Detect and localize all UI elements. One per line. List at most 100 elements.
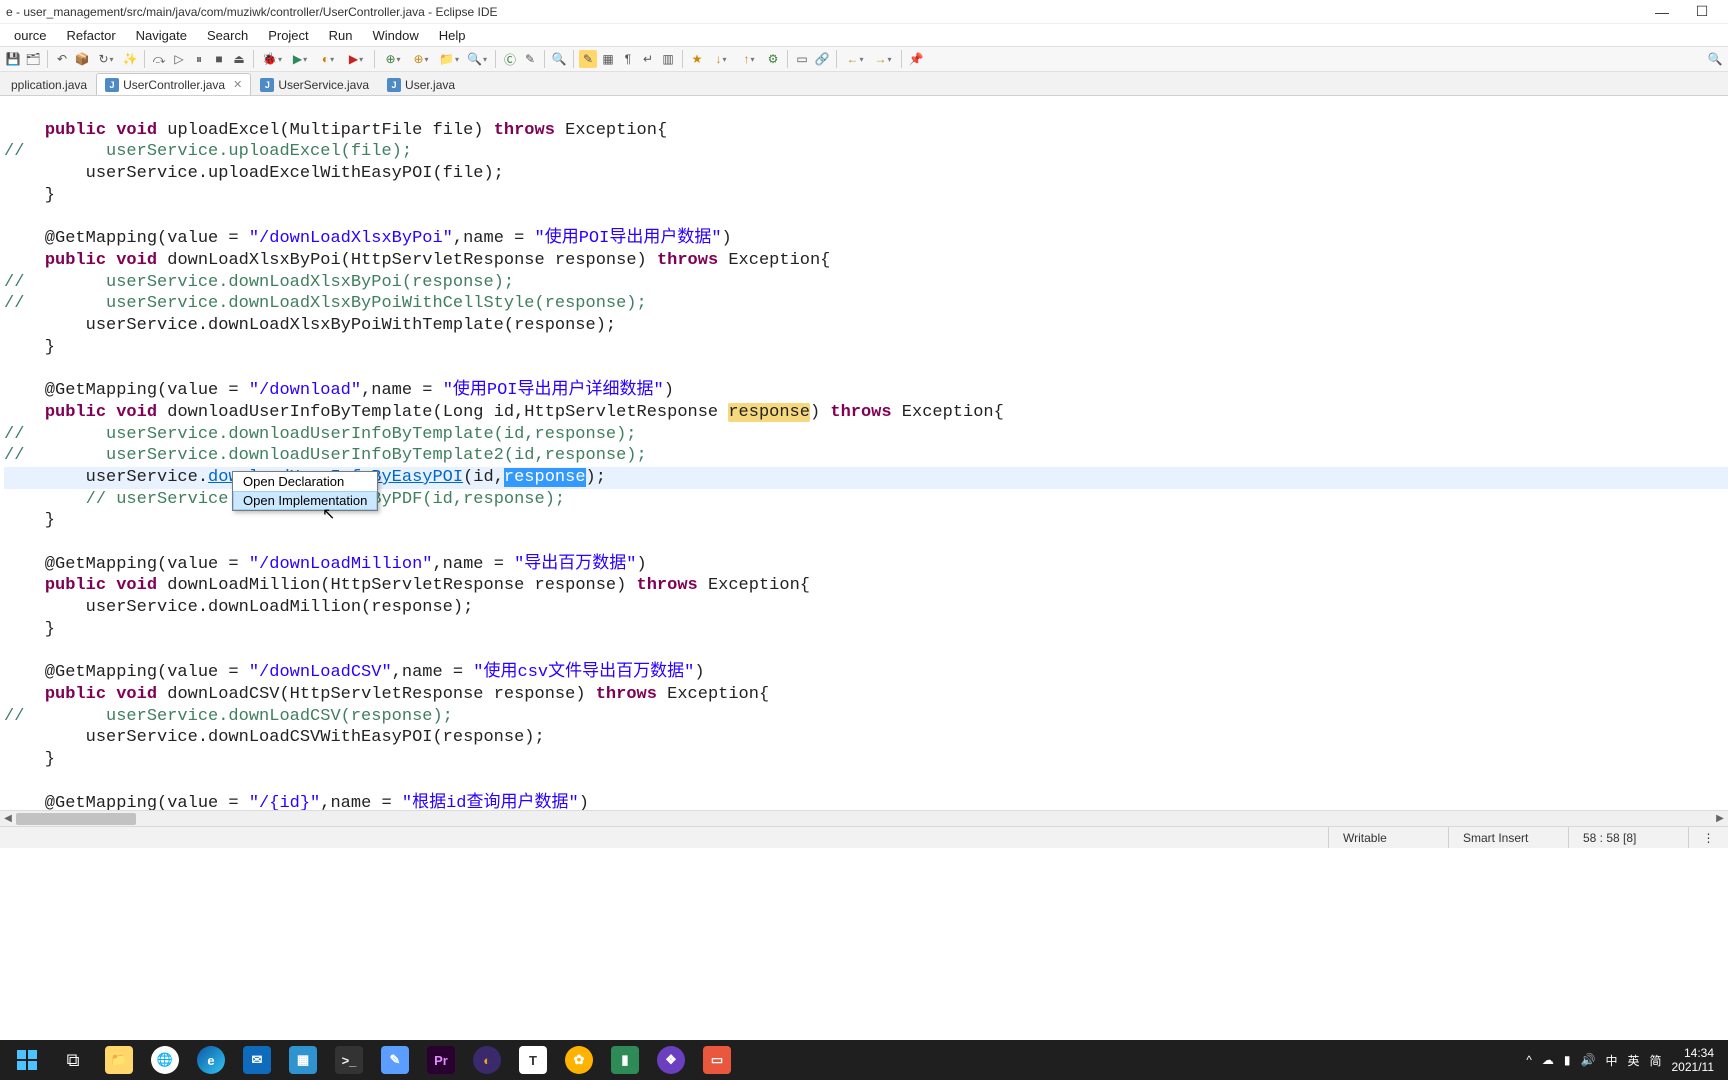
new-folder-icon[interactable]: 📁▾ <box>436 50 462 68</box>
block-select-icon[interactable]: ▦ <box>599 50 617 68</box>
task-view-icon[interactable]: ⧉ <box>51 1042 95 1078</box>
app2-icon[interactable]: ✿ <box>557 1042 601 1078</box>
scroll-left-icon[interactable]: ◀ <box>0 813 16 824</box>
menu-project[interactable]: Project <box>258 26 318 45</box>
pause-icon[interactable]: ⏸ <box>190 50 208 68</box>
toolbar-separator <box>144 50 145 68</box>
file-explorer-icon[interactable]: 📁 <box>97 1042 141 1078</box>
system-tray: ^ ☁ ▮ 🔊 中 英 简 14:34 2021/11 <box>1516 1046 1724 1074</box>
toggle-mark-icon[interactable]: ✎ <box>579 50 597 68</box>
build-icon[interactable]: ⚙ <box>764 50 782 68</box>
eclipse-icon[interactable]: ◐ <box>465 1042 509 1078</box>
quick-access-search-icon[interactable]: 🔍 <box>1706 50 1724 68</box>
statusbar: Writable Smart Insert 58 : 58 [8] ⋮ <box>0 826 1728 848</box>
star-icon[interactable]: ★ <box>688 50 706 68</box>
debug-icon[interactable]: 🐞▾ <box>259 50 285 68</box>
app4-icon[interactable]: ❖ <box>649 1042 693 1078</box>
resume-icon[interactable]: ▷ <box>170 50 188 68</box>
scroll-thumb[interactable] <box>16 813 136 825</box>
maximize-button[interactable]: ☐ <box>1682 3 1722 20</box>
show-ws-icon[interactable]: ¶ <box>619 50 637 68</box>
toolbar-separator <box>836 50 837 68</box>
start-button[interactable] <box>5 1042 49 1078</box>
popup-open-implementation[interactable]: Open Implementation <box>233 491 377 510</box>
popup-open-declaration[interactable]: Open Declaration <box>233 472 377 491</box>
save-icon[interactable]: 💾 <box>4 50 22 68</box>
tab-usercontroller[interactable]: J UserController.java ✕ <box>96 73 251 95</box>
menu-window[interactable]: Window <box>363 26 429 45</box>
tray-battery-icon[interactable]: ▮ <box>1564 1053 1571 1067</box>
status-message <box>0 827 1328 848</box>
cols-icon[interactable]: ▥ <box>659 50 677 68</box>
typora-icon[interactable]: T <box>511 1042 555 1078</box>
tray-clock[interactable]: 14:34 2021/11 <box>1672 1046 1715 1074</box>
tab-user[interactable]: J User.java <box>378 73 464 95</box>
toolbar-separator <box>253 50 254 68</box>
magic-icon[interactable]: ✨ <box>121 50 139 68</box>
code-content[interactable]: public void uploadExcel(MultipartFile fi… <box>0 96 1728 814</box>
ext-tools-icon[interactable]: ▶▾ <box>343 50 369 68</box>
tray-time: 14:34 <box>1672 1046 1715 1060</box>
coverage-icon[interactable]: ◐▾ <box>315 50 341 68</box>
menu-refactor[interactable]: Refactor <box>57 26 126 45</box>
tray-speaker-icon[interactable]: 🔊 <box>1581 1053 1596 1067</box>
premiere-icon[interactable]: Pr <box>419 1042 463 1078</box>
back-icon[interactable]: ←▾ <box>842 50 868 68</box>
stop-icon[interactable]: ■ <box>210 50 228 68</box>
code-editor[interactable]: public void uploadExcel(MultipartFile fi… <box>0 96 1728 826</box>
toolbar: 💾 🗂 ↶ 📦 ↻▾ ✨ ⤼ ▷ ⏸ ■ ⏏ 🐞▾ ▶▾ ◐▾ ▶▾ ⊕▾ ⊕▾… <box>0 46 1728 72</box>
chrome-icon[interactable]: 🌐 <box>143 1042 187 1078</box>
app-icon[interactable]: ▦ <box>281 1042 325 1078</box>
toolbar-separator <box>682 50 683 68</box>
skip-icon[interactable]: ⤼ <box>150 50 168 68</box>
search-icon[interactable]: 🔍 <box>550 50 568 68</box>
disconnect-icon[interactable]: ⏏ <box>230 50 248 68</box>
forward-icon[interactable]: →▾ <box>870 50 896 68</box>
app3-icon[interactable]: ▮ <box>603 1042 647 1078</box>
package-icon[interactable]: 📦 <box>73 50 91 68</box>
tray-cloud-icon[interactable]: ☁ <box>1542 1053 1554 1067</box>
hyperlink-popup: Open Declaration Open Implementation <box>232 471 378 511</box>
next-ann-icon[interactable]: ↓▾ <box>708 50 734 68</box>
tray-ime-simp[interactable]: 简 <box>1649 1052 1661 1069</box>
tab-application[interactable]: pplication.java <box>2 73 96 95</box>
status-overflow-icon[interactable]: ⋮ <box>1688 827 1728 848</box>
undo-icon[interactable]: ↶ <box>53 50 71 68</box>
zoom-icon[interactable]: ▭ <box>793 50 811 68</box>
tray-ime-zh[interactable]: 中 <box>1605 1052 1617 1069</box>
minimize-button[interactable]: — <box>1642 4 1682 20</box>
tray-chevron-icon[interactable]: ^ <box>1526 1053 1532 1067</box>
open-type-icon[interactable]: 🔍▾ <box>464 50 490 68</box>
titlebar: e - user_management/src/main/java/com/mu… <box>0 0 1728 24</box>
mail-icon[interactable]: ✉ <box>235 1042 279 1078</box>
task-icon[interactable]: ✎ <box>521 50 539 68</box>
app5-icon[interactable]: ▭ <box>695 1042 739 1078</box>
horizontal-scrollbar[interactable]: ◀ ▶ <box>0 810 1728 826</box>
tab-userservice[interactable]: J UserService.java <box>251 73 378 95</box>
scroll-track[interactable] <box>16 811 1712 826</box>
scroll-right-icon[interactable]: ▶ <box>1712 813 1728 824</box>
menu-help[interactable]: Help <box>429 26 476 45</box>
run-icon[interactable]: ▶▾ <box>287 50 313 68</box>
edge-icon[interactable]: e <box>189 1042 233 1078</box>
terminal-icon[interactable]: >_ <box>327 1042 371 1078</box>
close-icon[interactable]: ✕ <box>233 78 242 91</box>
toolbar-separator <box>374 50 375 68</box>
menu-navigate[interactable]: Navigate <box>126 26 197 45</box>
pin-icon[interactable]: 📌 <box>907 50 925 68</box>
tray-date: 2021/11 <box>1672 1060 1715 1074</box>
status-cursor-pos: 58 : 58 [8] <box>1568 827 1688 848</box>
menu-run[interactable]: Run <box>319 26 363 45</box>
link-icon[interactable]: 🔗 <box>813 50 831 68</box>
tray-ime-en[interactable]: 英 <box>1627 1052 1639 1069</box>
wrap-icon[interactable]: ↵ <box>639 50 657 68</box>
class-icon[interactable]: Ⓒ <box>501 50 519 68</box>
refresh-icon[interactable]: ↻▾ <box>93 50 119 68</box>
new-class-icon[interactable]: ⊕▾ <box>380 50 406 68</box>
save-all-icon[interactable]: 🗂 <box>24 50 42 68</box>
new-package-icon[interactable]: ⊕▾ <box>408 50 434 68</box>
prev-ann-icon[interactable]: ↑▾ <box>736 50 762 68</box>
notes-icon[interactable]: ✎ <box>373 1042 417 1078</box>
menu-search[interactable]: Search <box>197 26 258 45</box>
menu-source[interactable]: ource <box>4 26 57 45</box>
